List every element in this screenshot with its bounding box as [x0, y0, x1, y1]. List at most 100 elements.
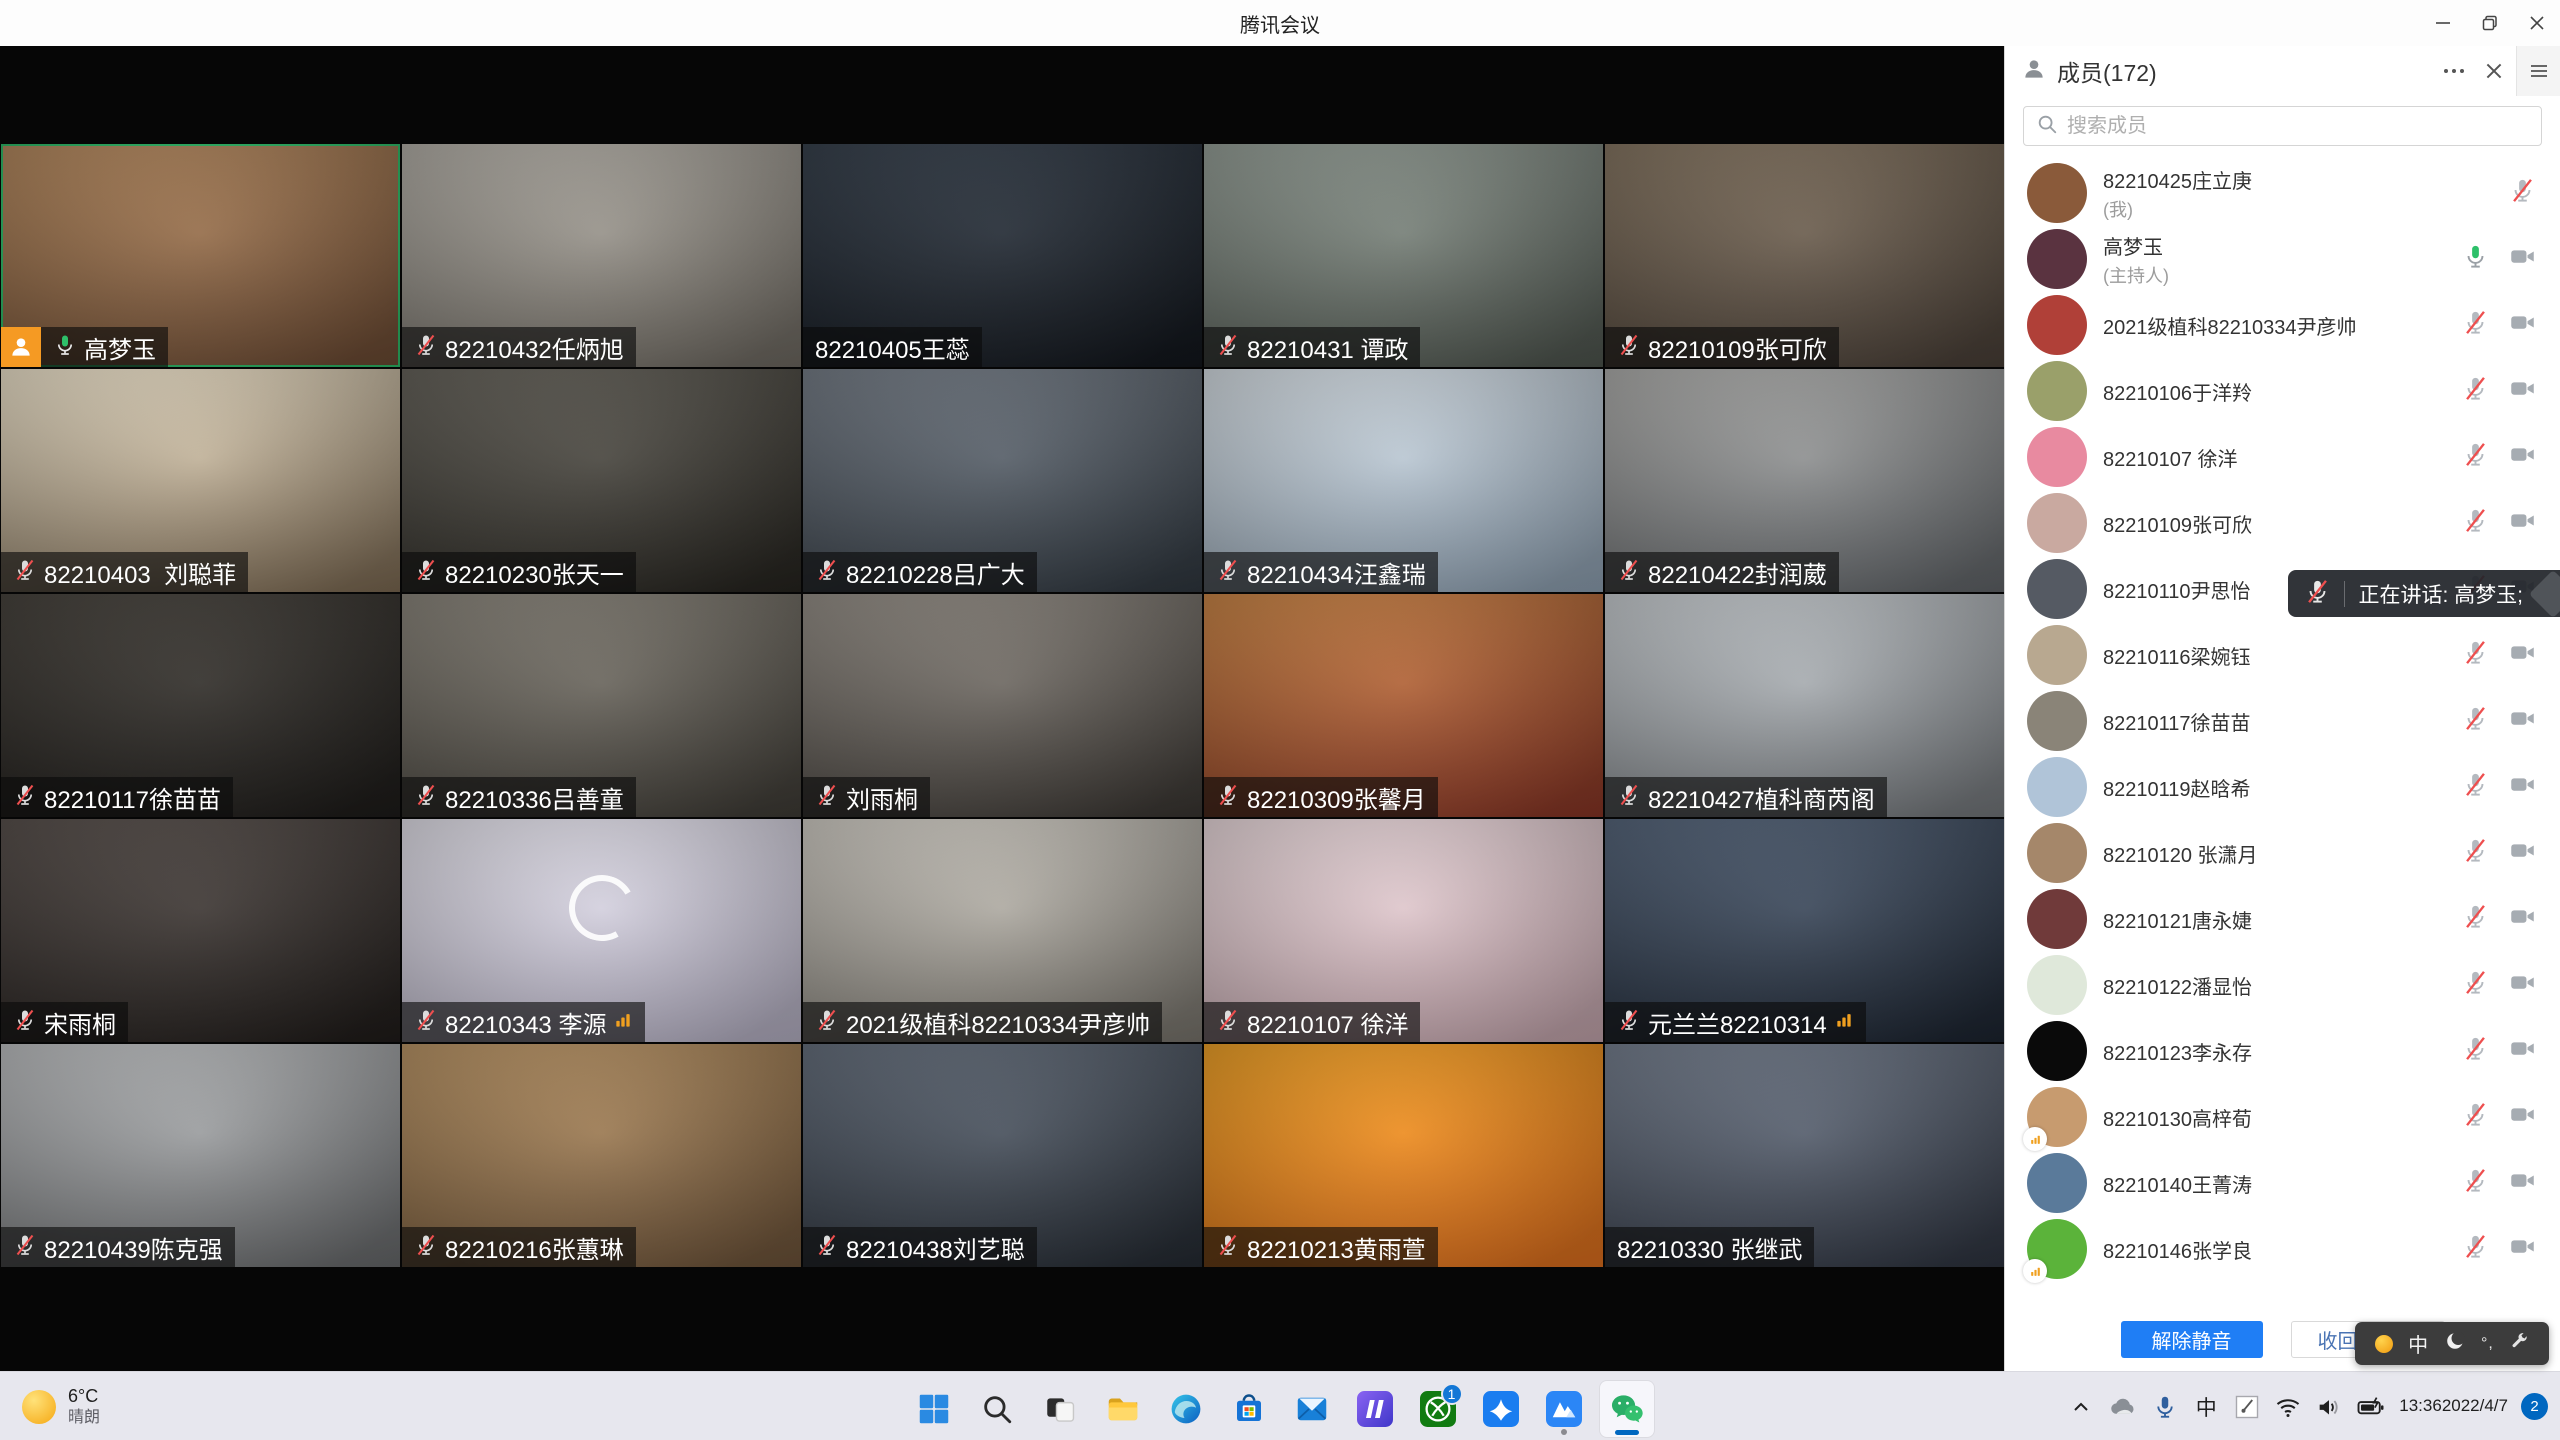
video-tile[interactable]: 刘雨桐 [803, 594, 1202, 817]
restore-button[interactable] [2466, 0, 2513, 46]
search-members-input[interactable] [2067, 115, 2529, 138]
tray-time: 13:36 [2399, 1396, 2442, 1416]
taskbar-app-search-icon[interactable] [970, 1381, 1024, 1437]
video-tile[interactable]: 2021级植科82210334尹彦帅 [803, 819, 1202, 1042]
taskbar-app-mail-icon[interactable] [1285, 1381, 1339, 1437]
tray-tool-icon[interactable] [2233, 1383, 2261, 1431]
microphone-in-use-icon[interactable] [2151, 1383, 2179, 1431]
video-tile[interactable]: 82210439陈克强 [1, 1044, 400, 1267]
minimize-button[interactable] [2419, 0, 2466, 46]
video-tile[interactable]: 82210213黄雨萱 [1204, 1044, 1603, 1267]
member-row[interactable]: 82210116梁婉钰 [2005, 622, 2560, 688]
taskbar-app-xbox-icon[interactable]: 1 [1411, 1381, 1465, 1437]
speaker-icon[interactable] [2315, 1383, 2343, 1431]
taskbar-app-edge-icon[interactable] [1159, 1381, 1213, 1437]
member-row[interactable]: 82210146张学良 [2005, 1216, 2560, 1282]
wifi-icon[interactable] [2274, 1383, 2302, 1431]
onedrive-cloud-icon[interactable] [2108, 1383, 2138, 1431]
ime-toolbar[interactable]: 中 °, [2355, 1322, 2549, 1365]
participant-label: 82210431 谭政 [1204, 327, 1420, 367]
video-tile[interactable]: 82210431 谭政 [1204, 144, 1603, 367]
sun-icon [22, 1390, 56, 1424]
unmute-button[interactable]: 解除静音 [2121, 1321, 2263, 1358]
weather-widget[interactable]: 6°C 晴朗 [12, 1372, 110, 1440]
video-tile[interactable]: 82210427植科商芮阁 [1605, 594, 2004, 817]
panel-menu-button[interactable] [2516, 46, 2560, 96]
video-tile[interactable]: 82210438刘艺聪 [803, 1044, 1202, 1267]
more-options-button[interactable] [2434, 46, 2474, 96]
close-button[interactable] [2513, 0, 2560, 46]
member-row[interactable]: 2021级植科82210334尹彦帅 [2005, 292, 2560, 358]
video-tile[interactable]: 82210403 刘聪菲 [1, 369, 400, 592]
taskbar-app-thunder-icon[interactable] [1474, 1381, 1528, 1437]
member-row[interactable]: 82210123李永存 [2005, 1018, 2560, 1084]
taskbar-app-wechat-icon[interactable] [1600, 1381, 1654, 1437]
taskbar-app-microsoft-store-icon[interactable] [1222, 1381, 1276, 1437]
camera-off-icon [2509, 243, 2536, 275]
taskbar-app-slash-docs-icon[interactable] [1348, 1381, 1402, 1437]
app-notification-badge: 1 [1441, 1383, 1463, 1405]
member-row[interactable]: 82210122潘显怡 [2005, 952, 2560, 1018]
video-tile[interactable]: 82210117徐苗苗 [1, 594, 400, 817]
battery-charging-icon[interactable] [2356, 1383, 2386, 1431]
mic-muted-icon [2462, 969, 2489, 1001]
taskbar-app-task-view-icon[interactable] [1033, 1381, 1087, 1437]
video-tile[interactable]: 82210309张馨月 [1204, 594, 1603, 817]
participant-label-bar: 82210343 李源 [402, 1002, 645, 1042]
video-tile[interactable]: 82210343 李源 [402, 819, 801, 1042]
ime-punctuation-icon[interactable]: °, [2481, 1335, 2494, 1353]
toast-logo-icon [2529, 569, 2560, 617]
taskbar-app-file-explorer-icon[interactable] [1096, 1381, 1150, 1437]
tray-ime-indicator[interactable]: 中 [2192, 1383, 2220, 1431]
video-tile[interactable]: 82210330 张继武 [1605, 1044, 2004, 1267]
video-area: 高梦玉82210432任炳旭82210405王蕊82210431 谭政82210… [0, 46, 2004, 1371]
member-row[interactable]: 82210117徐苗苗 [2005, 688, 2560, 754]
member-name: 82210121唐永婕 [2103, 905, 2446, 934]
running-indicator [1561, 1429, 1567, 1435]
participant-name: 82210230张天一 [445, 555, 624, 590]
taskbar-app-tencent-meeting-icon[interactable] [1537, 1381, 1591, 1437]
member-row[interactable]: 82210140王菁涛 [2005, 1150, 2560, 1216]
notification-count-badge[interactable]: 2 [2521, 1393, 2548, 1420]
ime-language-indicator[interactable]: 中 [2408, 1329, 2428, 1358]
member-row[interactable]: 82210107 徐洋 [2005, 424, 2560, 490]
close-panel-button[interactable] [2474, 46, 2514, 96]
video-tile[interactable]: 82210336吕善童 [402, 594, 801, 817]
ime-status-icon[interactable] [2375, 1335, 2393, 1353]
video-tile[interactable]: 82210405王蕊 [803, 144, 1202, 367]
member-row[interactable]: 82210121唐永婕 [2005, 886, 2560, 952]
video-tile[interactable]: 82210216张蕙琳 [402, 1044, 801, 1267]
clock[interactable]: 13:36 2022/4/7 [2399, 1383, 2508, 1431]
video-tile[interactable]: 82210107 徐洋 [1204, 819, 1603, 1042]
mic-muted-icon [2462, 1035, 2489, 1067]
member-list[interactable]: 82210425庄立庚(我)高梦玉(主持人)2021级植科82210334尹彦帅… [2005, 158, 2560, 1307]
screen: 腾讯会议 高梦玉82210432任炳旭82210405王蕊82210431 谭政… [0, 0, 2560, 1440]
search-box[interactable] [2023, 106, 2542, 146]
participant-label-bar: 2021级植科82210334尹彦帅 [803, 1002, 1162, 1042]
ime-fullhalf-moon-icon[interactable] [2444, 1330, 2466, 1357]
member-row[interactable]: 82210130高梓荀 [2005, 1084, 2560, 1150]
member-row[interactable]: 82210425庄立庚(我) [2005, 160, 2560, 226]
video-tile[interactable]: 82210230张天一 [402, 369, 801, 592]
member-row[interactable]: 82210106于洋羚 [2005, 358, 2560, 424]
camera-off-icon [2509, 837, 2536, 869]
member-row[interactable]: 高梦玉(主持人) [2005, 226, 2560, 292]
video-tile[interactable]: 82210109张可欣 [1605, 144, 2004, 367]
video-tile[interactable]: 82210432任炳旭 [402, 144, 801, 367]
taskbar-app-windows-start-icon[interactable] [907, 1381, 961, 1437]
participant-label: 82210336吕善童 [402, 777, 636, 817]
video-tile[interactable]: 宋雨桐 [1, 819, 400, 1042]
member-avatar [2027, 1021, 2087, 1081]
member-row[interactable]: 82210120 张潇月 [2005, 820, 2560, 886]
video-tile[interactable]: 82210422封润葳 [1605, 369, 2004, 592]
tray-overflow-chevron-icon[interactable] [2067, 1383, 2095, 1431]
member-row[interactable]: 82210109张可欣 [2005, 490, 2560, 556]
video-tile[interactable]: 82210434汪鑫瑞 [1204, 369, 1603, 592]
weather-temp: 6°C [68, 1386, 100, 1408]
member-row[interactable]: 82210119赵晗希 [2005, 754, 2560, 820]
participant-label-bar: 82210107 徐洋 [1204, 1002, 1420, 1042]
video-tile[interactable]: 高梦玉 [1, 144, 400, 367]
ime-settings-wrench-icon[interactable] [2509, 1331, 2529, 1356]
video-tile[interactable]: 82210228吕广大 [803, 369, 1202, 592]
video-tile[interactable]: 元兰兰82210314 [1605, 819, 2004, 1042]
